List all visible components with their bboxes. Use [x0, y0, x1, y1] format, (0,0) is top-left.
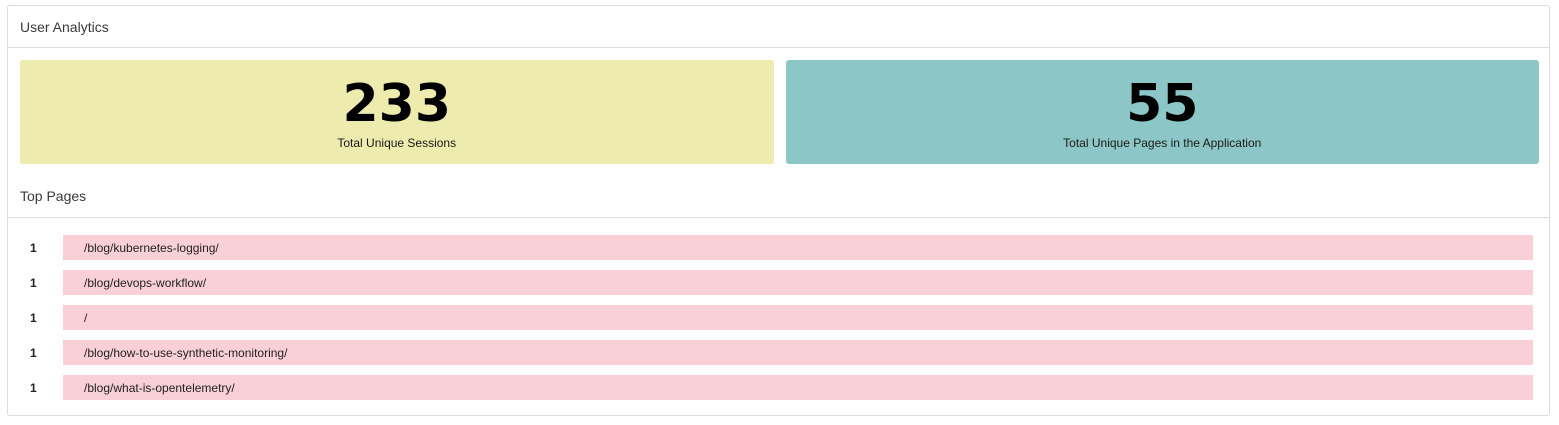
page-bar: /blog/how-to-use-synthetic-monitoring/	[63, 340, 1533, 365]
page-count: 1	[30, 345, 37, 360]
stat-value-pages: 55	[1126, 74, 1199, 134]
top-pages-title: Top Pages	[20, 188, 87, 204]
list-item: 1 /blog/what-is-opentelemetry/	[8, 375, 1549, 400]
top-pages-header: Top Pages	[8, 176, 1549, 218]
page-count: 1	[30, 240, 37, 255]
stat-card-pages: 55 Total Unique Pages in the Application	[785, 60, 1539, 164]
stat-label-sessions: Total Unique Sessions	[337, 136, 457, 150]
panel-header: User Analytics	[8, 6, 1549, 48]
page-count: 1	[30, 380, 37, 395]
page-bar: /	[63, 305, 1533, 330]
top-pages-list: 1 /blog/kubernetes-logging/ 1 /blog/devo…	[8, 235, 1549, 410]
stat-value-sessions: 233	[342, 74, 452, 134]
page-bar: /blog/kubernetes-logging/	[63, 235, 1533, 260]
list-item: 1 /blog/devops-workflow/	[8, 270, 1549, 295]
list-item: 1 /blog/how-to-use-synthetic-monitoring/	[8, 340, 1549, 365]
list-item: 1 /blog/kubernetes-logging/	[8, 235, 1549, 260]
page-count: 1	[30, 310, 37, 325]
list-item: 1 /	[8, 305, 1549, 330]
panel-title: User Analytics	[20, 18, 109, 35]
user-analytics-panel: User Analytics 233 Total Unique Sessions…	[7, 5, 1550, 416]
page-bar: /blog/what-is-opentelemetry/	[63, 375, 1533, 400]
stat-card-sessions: 233 Total Unique Sessions	[20, 60, 774, 164]
stat-label-pages: Total Unique Pages in the Application	[1063, 136, 1262, 150]
page-count: 1	[30, 275, 37, 290]
stats-row: 233 Total Unique Sessions 55 Total Uniqu…	[20, 60, 1539, 164]
page-bar: /blog/devops-workflow/	[63, 270, 1533, 295]
